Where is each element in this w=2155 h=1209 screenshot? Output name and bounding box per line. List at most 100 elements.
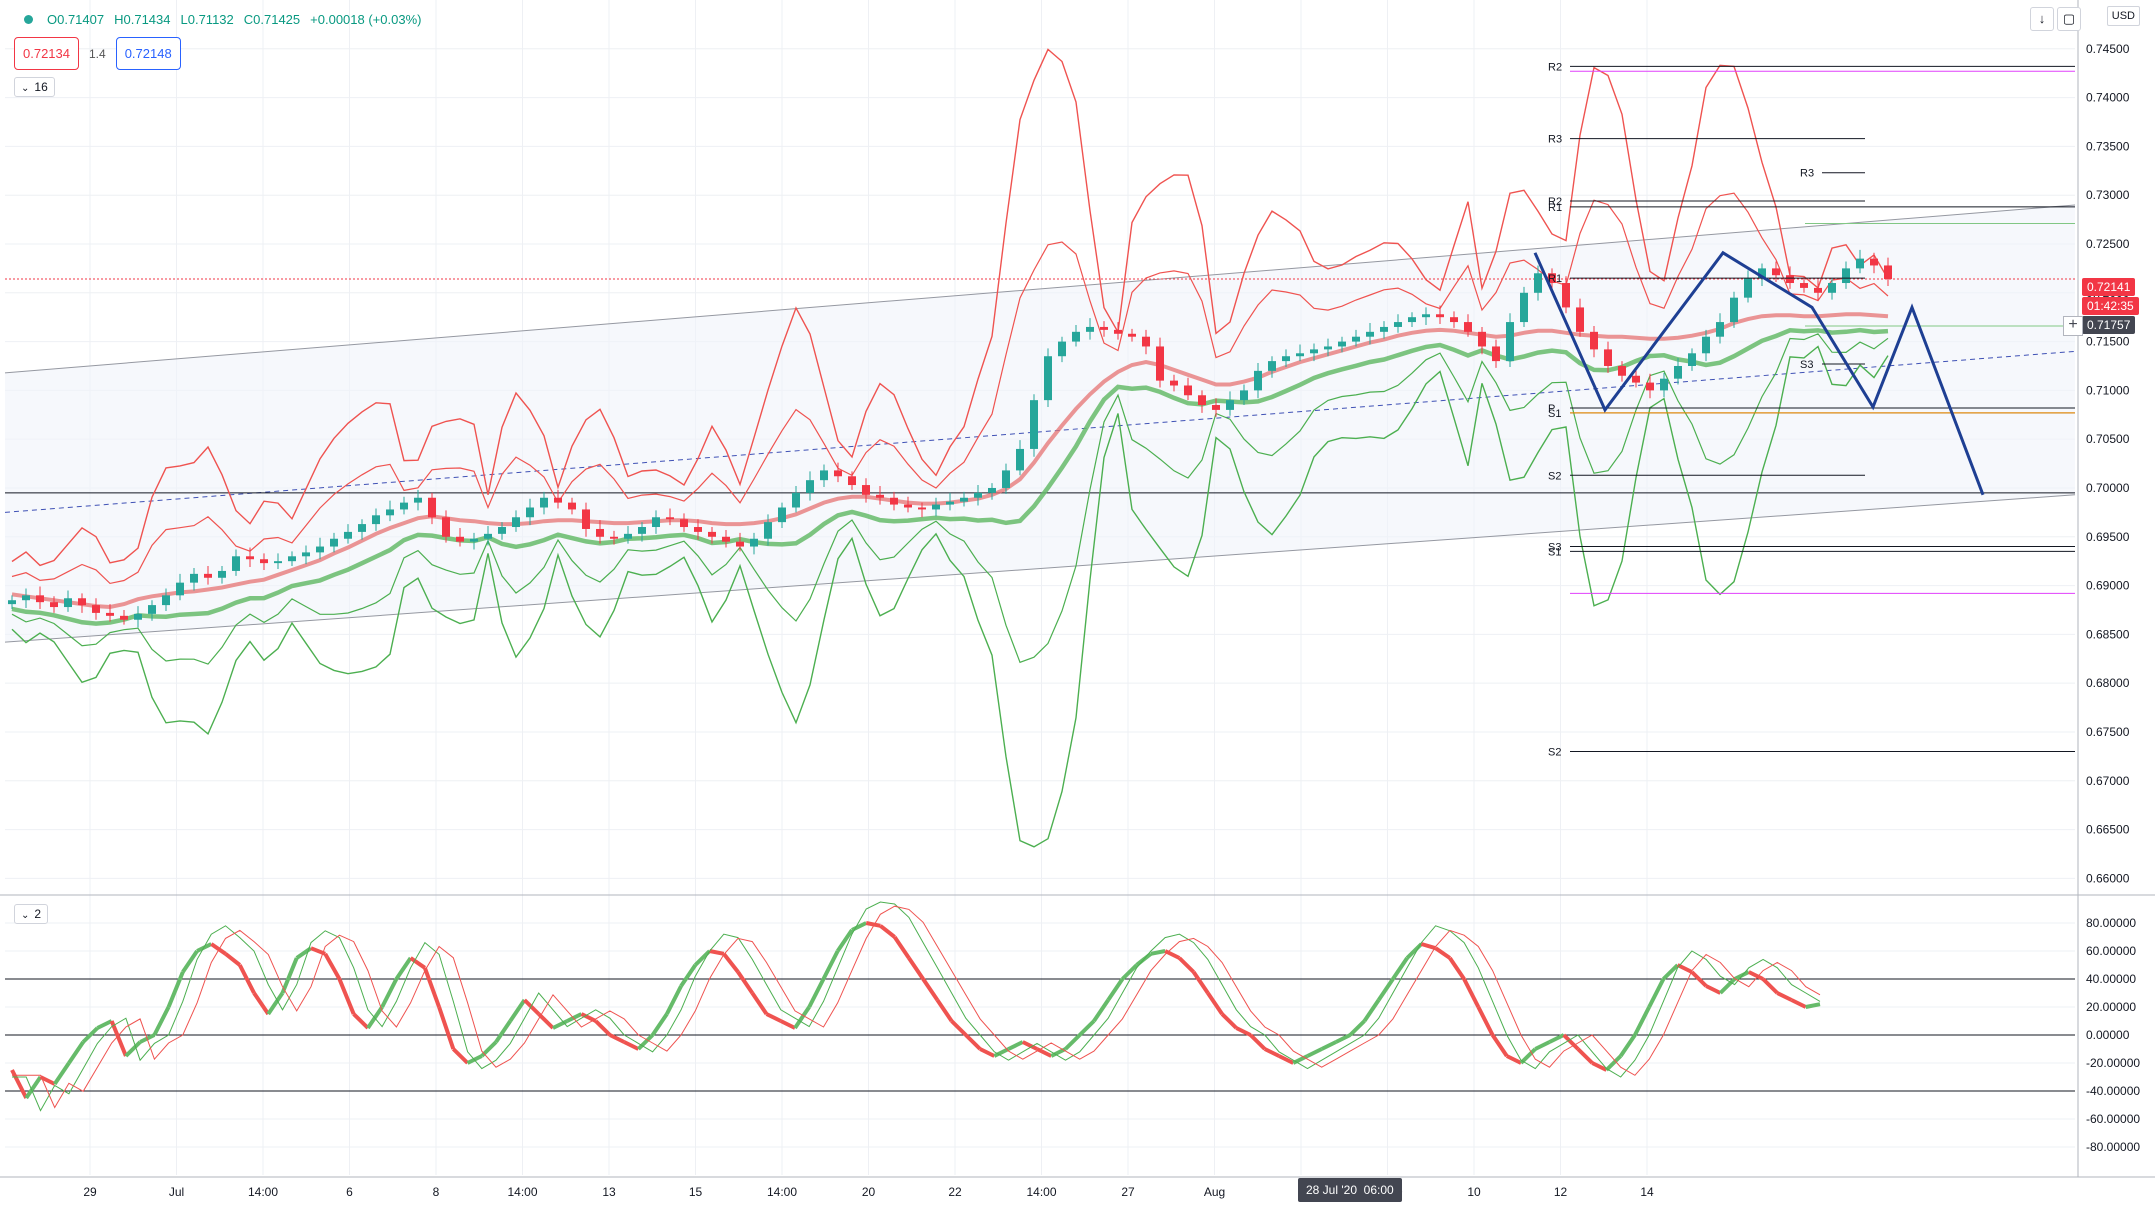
candle-body	[204, 573, 212, 578]
candle-body	[428, 497, 436, 518]
candle-body	[1828, 283, 1836, 293]
candle-body	[1128, 333, 1136, 337]
osc-line	[807, 978, 826, 1008]
osc-line	[323, 952, 342, 980]
candle-body	[1688, 353, 1696, 366]
currency-label[interactable]: USD	[2106, 6, 2140, 26]
candle-body	[694, 527, 702, 532]
buy-button[interactable]: 0.72148	[115, 37, 181, 70]
price-chart[interactable]: R2R3R3R2R1R1S3PS1S2S3S1S2 0.745000.74000…	[0, 0, 2155, 1209]
candle-body	[904, 504, 912, 508]
last-price-tag: 0.72141	[2082, 278, 2136, 296]
chevron-down-icon: ⌄	[21, 83, 30, 94]
plus-icon[interactable]: +	[2063, 316, 2083, 336]
osc-line	[907, 956, 925, 981]
osc-line	[1150, 949, 1166, 956]
close-value: C0.71425	[243, 11, 301, 27]
low-value: L0.71132	[180, 11, 234, 27]
osc-line	[409, 956, 426, 970]
osc-line	[750, 991, 769, 1016]
down-arrow-icon[interactable]: ↓	[2030, 7, 2054, 31]
candle-body	[1786, 275, 1794, 284]
oscillator-toggle-button[interactable]: ⌄ 2	[14, 904, 49, 924]
sell-button[interactable]: 0.72134	[14, 37, 79, 70]
osc-line	[1647, 978, 1666, 1008]
candle-body	[1436, 314, 1444, 318]
candle-body	[232, 556, 240, 571]
candle-body	[106, 612, 114, 616]
candle-body	[764, 522, 772, 539]
osc-line	[1676, 963, 1693, 974]
candle-body	[1716, 322, 1724, 337]
candle-body	[1814, 287, 1822, 293]
candle-body	[1296, 353, 1304, 357]
crosshair-date: 28 Jul '20	[1306, 1183, 1357, 1197]
candle-body	[1590, 331, 1598, 350]
osc-tick: -20.00000	[2086, 1056, 2140, 1070]
osc-line	[1420, 942, 1437, 951]
osc-line	[422, 967, 441, 1008]
osc-line	[722, 952, 740, 974]
candle-body	[1212, 405, 1220, 410]
osc-line	[1064, 1033, 1082, 1051]
pivot-label: R3	[1800, 168, 1814, 180]
osc-line	[1718, 977, 1736, 995]
osc-line	[252, 991, 270, 1016]
pivot-label: R2	[1548, 61, 1562, 73]
quote-boxes: 0.72134 1.4 0.72148	[14, 37, 181, 70]
osc-line	[1078, 1019, 1096, 1037]
candle-body	[288, 556, 296, 562]
candle-body	[274, 561, 282, 564]
osc-line	[1306, 1047, 1323, 1058]
price-tick: 0.70500	[2086, 432, 2130, 446]
fullscreen-icon[interactable]: ▢	[2057, 7, 2081, 31]
osc-line	[765, 1012, 782, 1023]
candle-body	[1884, 265, 1892, 280]
candle-body	[190, 573, 198, 583]
candle-body	[246, 556, 254, 560]
osc-line	[1705, 984, 1722, 995]
candle-body	[1534, 273, 1542, 293]
candle-body	[610, 536, 618, 539]
time-tick: 29	[83, 1185, 97, 1199]
candle-body	[1730, 297, 1738, 323]
candle-body	[1674, 365, 1682, 379]
candle-body	[1492, 346, 1500, 362]
osc-tick: -40.00000	[2086, 1084, 2140, 1098]
candle-body	[1604, 349, 1612, 366]
price-tick: 0.68000	[2086, 676, 2130, 690]
osc-line	[879, 924, 896, 939]
osc-line	[736, 970, 754, 995]
candle-body	[176, 582, 184, 596]
candle-body	[1170, 380, 1178, 386]
eye-dot-icon[interactable]	[24, 14, 33, 24]
osc-line	[1391, 956, 1409, 981]
indicators-toggle-button[interactable]: ⌄ 16	[14, 77, 55, 97]
pivot-label: R3	[1548, 134, 1562, 146]
candle-body	[1646, 382, 1654, 391]
candle-body	[1576, 307, 1584, 332]
candle-body	[64, 598, 72, 608]
candle-body	[1184, 385, 1192, 396]
crosshair-time-tag: 28 Jul '20 06:00	[1298, 1178, 1402, 1202]
price-tick: 0.70000	[2086, 481, 2130, 495]
candle-body	[862, 485, 870, 495]
candle-body	[946, 501, 954, 505]
candle-body	[792, 492, 800, 508]
osc-line	[851, 921, 868, 932]
candle-body	[36, 595, 44, 603]
osc-line	[665, 985, 683, 1015]
candle-body	[1702, 336, 1710, 354]
osc-line	[1249, 1033, 1267, 1051]
ohlc-legend: O0.71407 H0.71434 L0.71132 C0.71425 +0.0…	[10, 8, 421, 30]
osc-line	[979, 1047, 996, 1058]
price-tick: 0.74000	[2086, 91, 2130, 105]
osc-tick: -60.00000	[2086, 1112, 2140, 1126]
time-tick: 14:00	[767, 1185, 797, 1199]
candle-body	[1450, 317, 1458, 323]
candle-body	[316, 546, 324, 553]
candle-body	[260, 559, 268, 564]
candle-body	[22, 595, 30, 601]
candle-body	[302, 552, 310, 557]
indicator-count: 16	[34, 80, 48, 94]
